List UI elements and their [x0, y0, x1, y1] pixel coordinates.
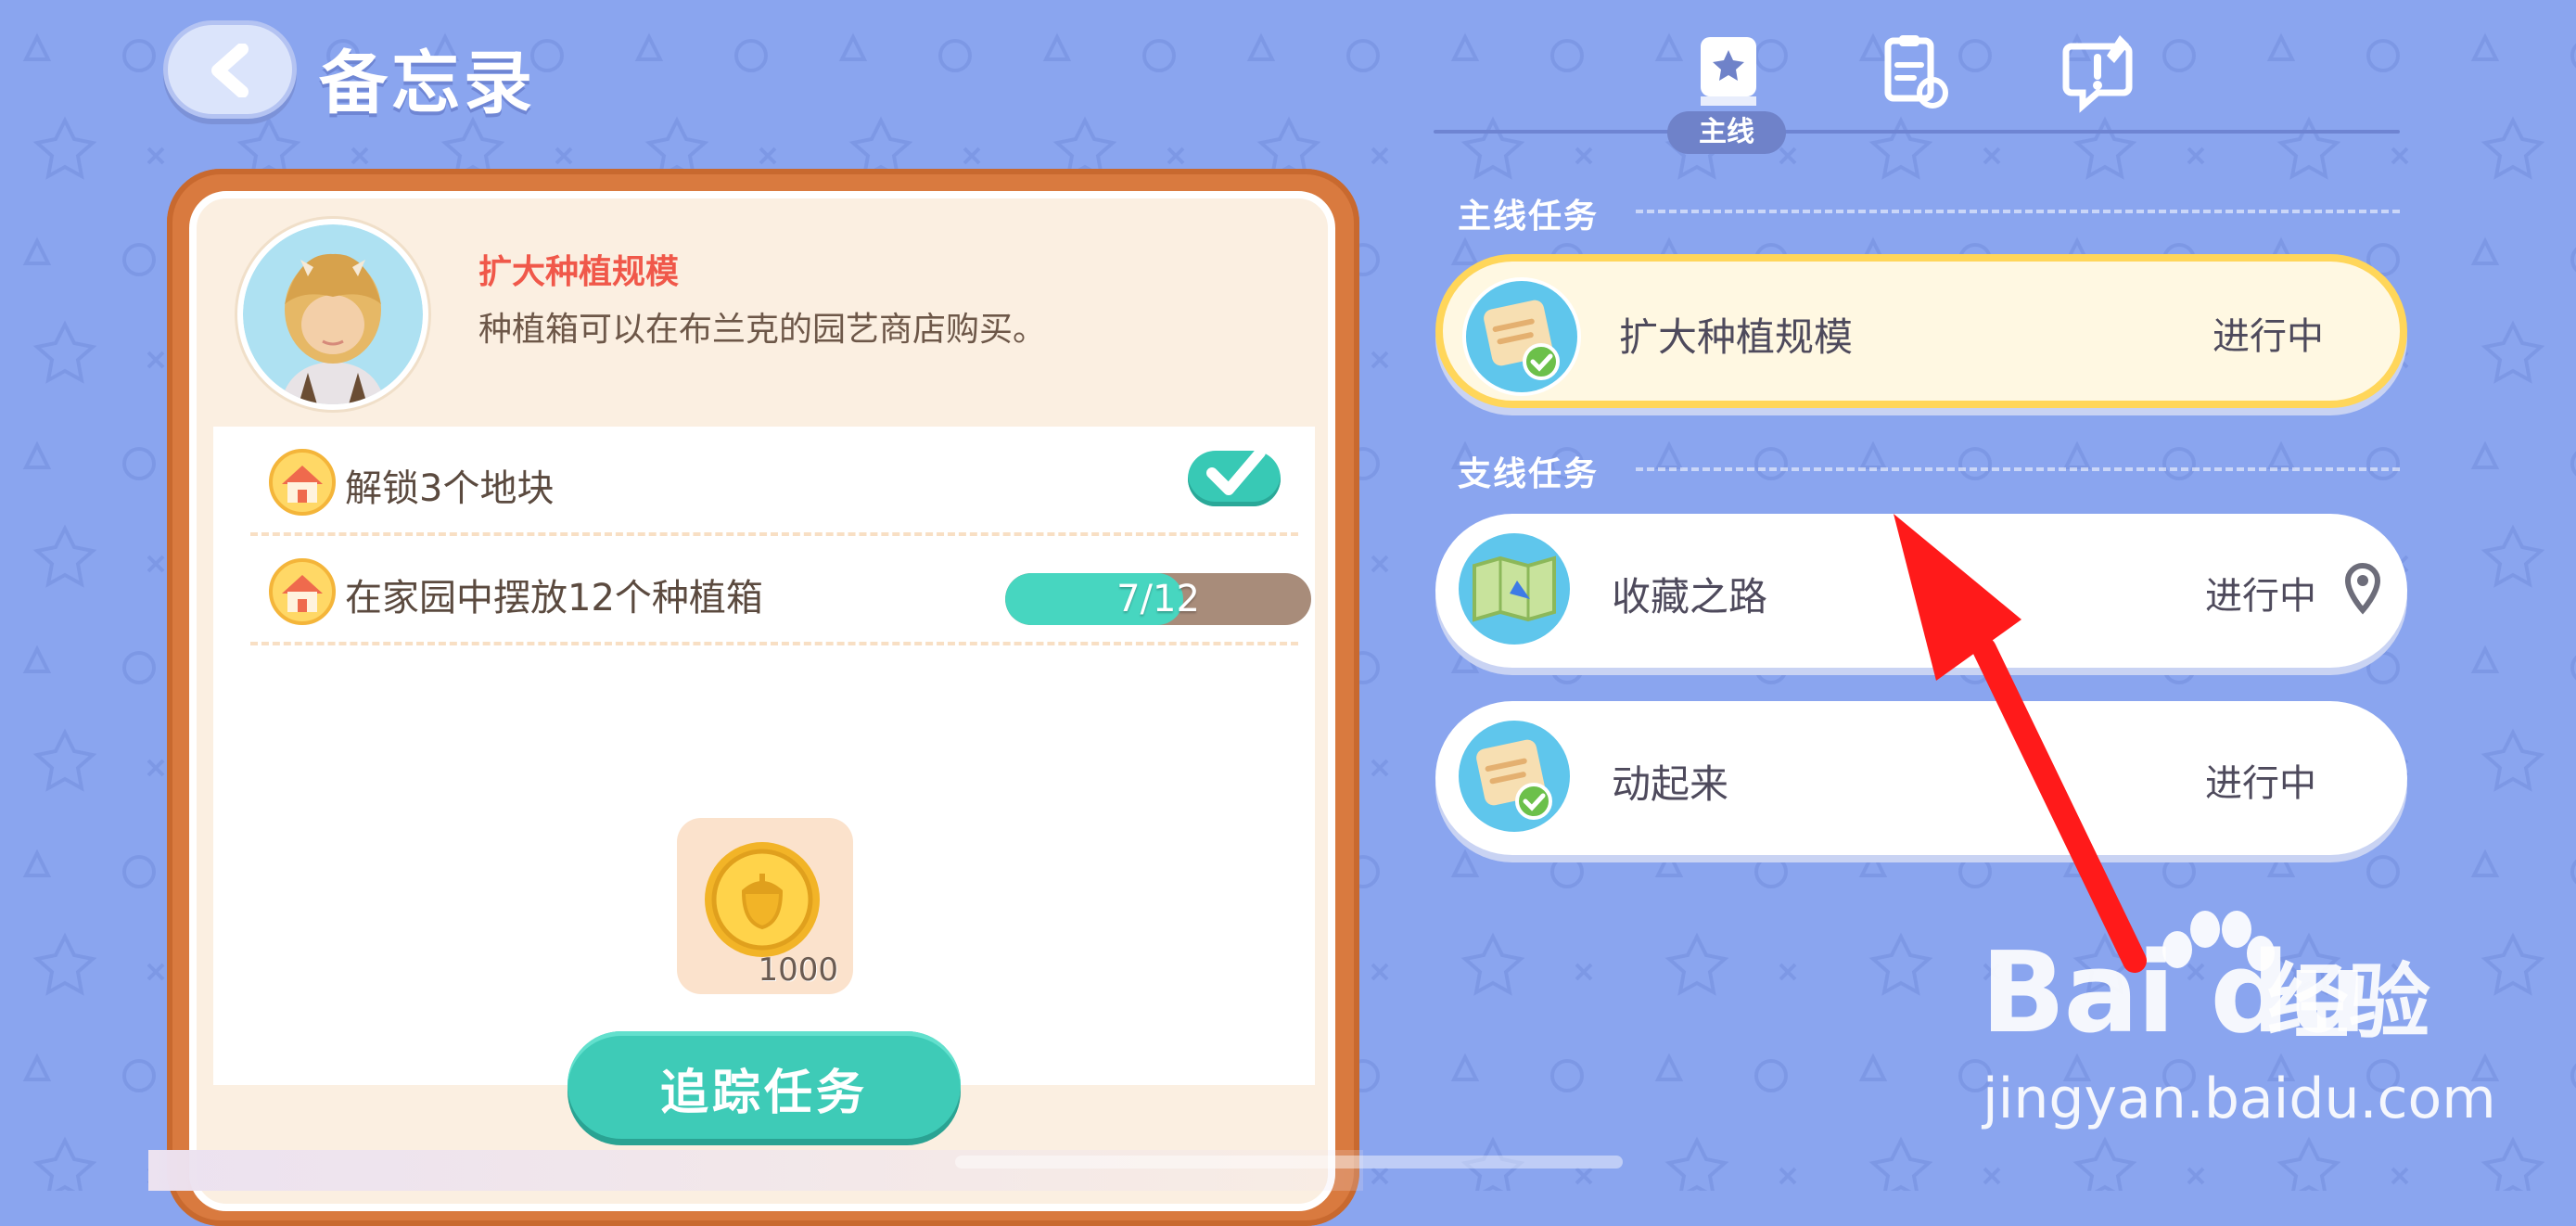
- track-quest-button[interactable]: 追踪任务: [567, 1031, 961, 1139]
- npc-avatar: [237, 219, 428, 410]
- home-indicator[interactable]: [955, 1156, 1623, 1169]
- objective-row: 解锁3个地块: [250, 427, 1298, 536]
- side-quest-header: 支线任务: [1458, 455, 1600, 493]
- tab-daily[interactable]: [1869, 28, 1958, 117]
- quest-card-side-2[interactable]: 动起来 进行中: [1435, 701, 2407, 855]
- book-star-icon: [1701, 37, 1756, 106]
- house-icon: [269, 449, 336, 516]
- watermark-url: jingyan.baidu.com: [1983, 1066, 2496, 1131]
- quest-title: 扩大种植规模: [478, 253, 680, 291]
- reward-slot[interactable]: 1000: [677, 818, 853, 994]
- quest-card-name: 动起来: [1612, 761, 1729, 807]
- quest-card-side-1[interactable]: 收藏之路 进行中: [1435, 514, 2407, 668]
- quest-card-main-1[interactable]: 扩大种植规模 进行中: [1435, 254, 2407, 408]
- quest-card-status: 进行中: [2213, 315, 2324, 358]
- watermark-jingyan: 经验: [2267, 954, 2431, 1050]
- objective-complete-badge: [1188, 447, 1281, 506]
- chevron-left-icon: [211, 44, 249, 97]
- main-quest-header: 主线任务: [1458, 198, 1600, 236]
- progress-text: 7/12: [1116, 578, 1200, 620]
- back-button[interactable]: [163, 20, 297, 119]
- objective-label: 解锁3个地块: [345, 467, 555, 510]
- clipboard-refresh-icon: [1884, 35, 1948, 109]
- quest-card-name: 扩大种植规模: [1619, 314, 1854, 360]
- quest-card-status: 进行中: [2205, 762, 2316, 805]
- objective-progress-bar: 7/12: [1005, 573, 1311, 625]
- track-quest-label: 追踪任务: [659, 1066, 868, 1121]
- tab-tips[interactable]: [2055, 28, 2144, 117]
- tab-underline: [1434, 130, 2400, 134]
- quest-card-name: 收藏之路: [1612, 574, 1768, 619]
- section-divider: [1636, 467, 2400, 471]
- objective-label: 在家园中摆放12个种植箱: [345, 577, 763, 619]
- map-icon: [1455, 530, 1574, 648]
- reward-amount: 1000: [758, 951, 838, 989]
- page-title: 备忘录: [319, 44, 536, 123]
- section-divider: [1636, 210, 2400, 213]
- notepad-check-icon: [1462, 277, 1581, 396]
- quest-card-status: 进行中: [2205, 575, 2316, 618]
- objective-row: 在家园中摆放12个种植箱 7/12: [250, 536, 1311, 645]
- tab-main-label: 主线: [1667, 111, 1786, 154]
- location-pin-icon[interactable]: [2342, 562, 2383, 616]
- house-icon: [269, 558, 336, 625]
- notepad-check-icon: [1455, 717, 1574, 836]
- tab-main[interactable]: [1684, 28, 1773, 117]
- quest-description: 种植箱可以在布兰克的园艺商店购买。: [478, 311, 1047, 349]
- row-divider: [250, 642, 1298, 645]
- bubble-exclamation-icon: [2062, 35, 2133, 113]
- checkmark-icon: [1206, 447, 1266, 495]
